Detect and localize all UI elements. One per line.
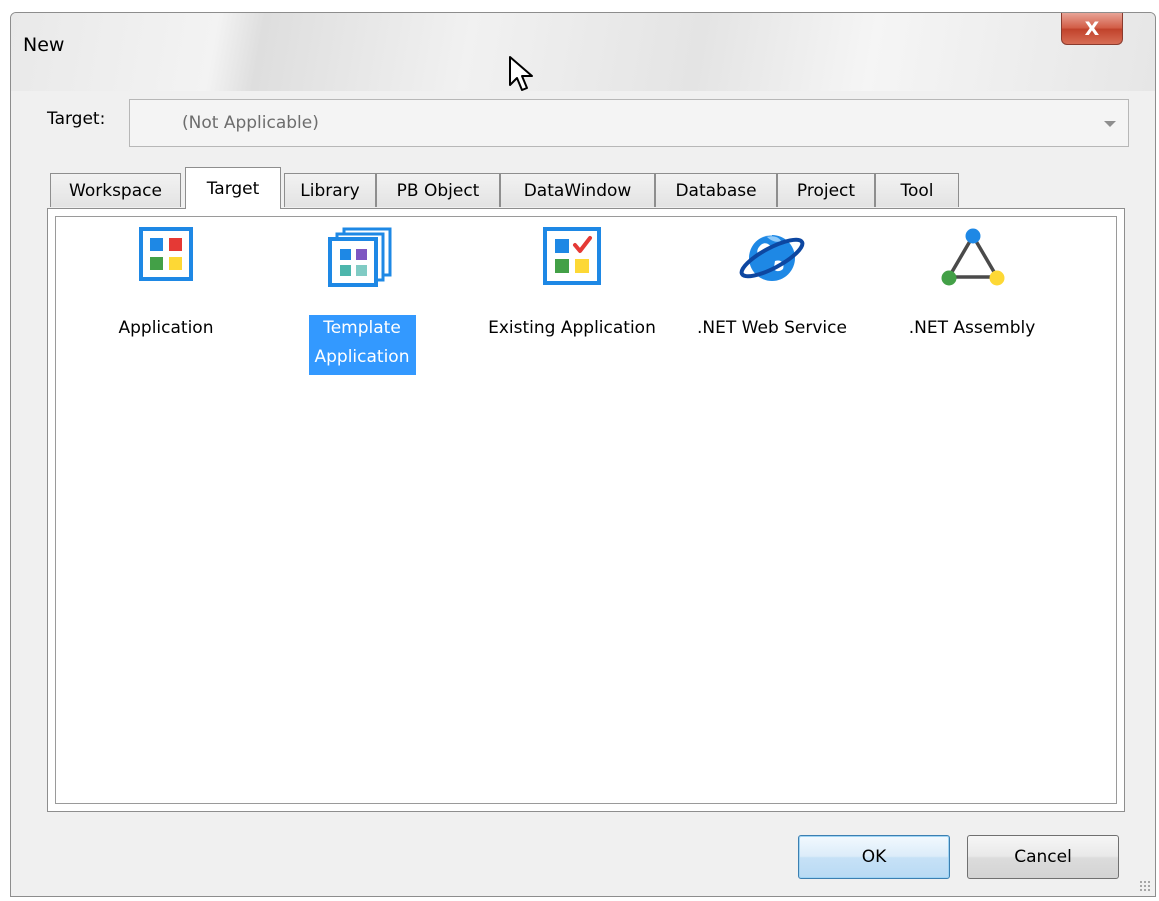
tab-database-label: Database: [675, 180, 757, 201]
tab-project[interactable]: Project: [777, 173, 875, 207]
template-application-icon: [328, 227, 394, 291]
tab-pb-object[interactable]: PB Object: [376, 173, 500, 207]
tab-target[interactable]: Target: [185, 167, 281, 209]
tab-workspace-label: Workspace: [69, 180, 162, 201]
list-item-application[interactable]: Application: [96, 227, 236, 367]
target-dropdown-value: (Not Applicable): [182, 113, 319, 133]
globe-icon: [737, 227, 807, 291]
list-item-net-assembly[interactable]: .NET Assembly: [882, 227, 1062, 367]
list-item-label: .NET Assembly: [908, 318, 1036, 338]
tab-library-label: Library: [300, 180, 360, 201]
mouse-pointer-icon: [508, 55, 538, 99]
tab-panel: Application Template Application Existin…: [47, 208, 1125, 812]
application-icon: [139, 227, 193, 285]
label-line-1: Template: [320, 315, 404, 344]
selected-label-text: Template Application: [308, 315, 416, 375]
tab-workspace[interactable]: Workspace: [50, 173, 181, 207]
list-item-net-web-service[interactable]: .NET Web Service: [672, 227, 872, 367]
cancel-button[interactable]: Cancel: [967, 835, 1119, 879]
title-bar[interactable]: New X: [11, 13, 1155, 91]
existing-application-icon: [543, 227, 601, 289]
list-item-label: Existing Application: [488, 318, 656, 338]
tab-tool[interactable]: Tool: [875, 173, 959, 207]
list-item-template-application[interactable]: Template Application: [292, 227, 432, 375]
tab-datawindow-label: DataWindow: [523, 180, 632, 201]
resize-grip-icon[interactable]: [1139, 880, 1151, 892]
new-dialog: New X Target: (Not Applicable) Workspace…: [10, 12, 1156, 897]
target-label: Target:: [47, 109, 106, 129]
list-item-existing-application[interactable]: Existing Application: [472, 227, 672, 367]
target-dropdown[interactable]: (Not Applicable): [129, 99, 1129, 147]
tab-database[interactable]: Database: [655, 173, 777, 207]
tab-datawindow[interactable]: DataWindow: [500, 173, 655, 207]
item-list: Application Template Application Existin…: [55, 216, 1117, 804]
list-item-label: Template Application: [292, 315, 432, 375]
tab-pb-object-label: PB Object: [396, 180, 480, 201]
chevron-down-icon[interactable]: [1104, 121, 1116, 127]
close-button[interactable]: X: [1061, 13, 1123, 45]
dialog-title: New: [23, 34, 65, 56]
tab-library[interactable]: Library: [284, 173, 376, 207]
tab-target-label: Target: [206, 178, 260, 199]
tab-project-label: Project: [796, 180, 856, 201]
assembly-triangle-icon: [939, 227, 1007, 293]
close-icon: X: [1084, 17, 1100, 40]
list-item-label: Application: [118, 318, 214, 338]
label-line-2: Application: [311, 344, 413, 373]
list-item-label: .NET Web Service: [697, 318, 847, 338]
ok-button[interactable]: OK: [798, 835, 950, 879]
tab-tool-label: Tool: [900, 180, 934, 201]
